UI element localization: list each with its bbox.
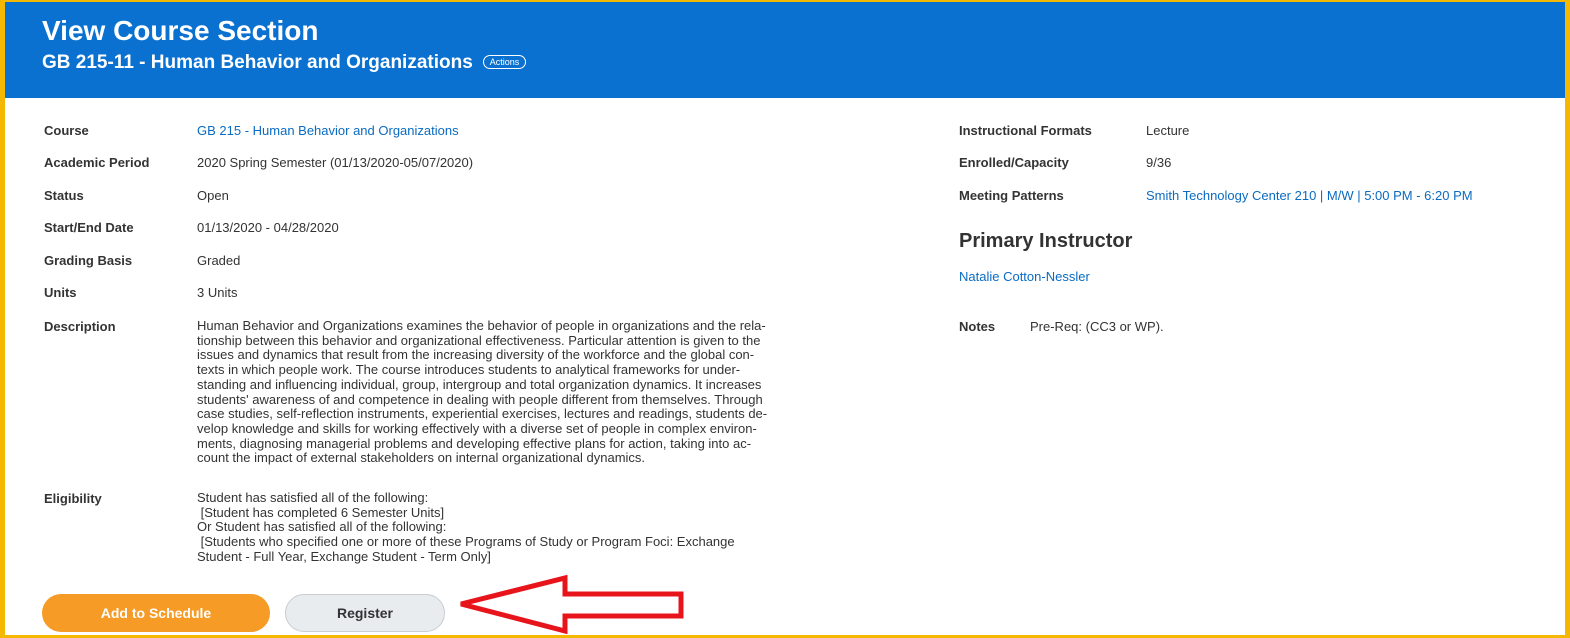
eligibility-line: Student has satisfied all of the followi… — [197, 490, 429, 505]
notes-label: Notes — [959, 319, 996, 334]
course-section-title: GB 215-11 - Human Behavior and Organizat… — [42, 52, 473, 73]
add-to-schedule-button[interactable]: Add to Schedule — [42, 594, 270, 632]
description-text: Human Behavior and Organizations examine… — [197, 318, 915, 466]
page-title: View Course Section — [42, 15, 319, 46]
eligibility-line: [Student has completed 6 Semester Units] — [197, 504, 445, 520]
description-line: ments, diagnosing managerial problems an… — [197, 435, 752, 451]
units-label: Units — [44, 285, 77, 300]
description-label: Description — [44, 319, 116, 334]
meeting-patterns-link[interactable]: Smith Technology Center 210 | M/W | 5:00… — [1146, 188, 1473, 203]
description-line: tionship between this behavior and organ… — [197, 332, 761, 348]
status-label: Status — [44, 188, 84, 203]
description-line: issues and dynamics that result from the… — [197, 347, 755, 363]
enrolled-capacity-label: Enrolled/Capacity — [959, 155, 1069, 170]
primary-instructor-heading: Primary Instructor — [959, 230, 1133, 252]
course-link[interactable]: GB 215 - Human Behavior and Organization… — [197, 123, 459, 138]
academic-period-label: Academic Period — [44, 155, 150, 170]
instructional-formats-value: Lecture — [1146, 123, 1190, 138]
description-line: standing and influencing individual, gro… — [197, 376, 762, 392]
academic-period-value: 2020 Spring Semester (01/13/2020-05/07/2… — [197, 155, 474, 170]
page-subtitle: GB 215-11 - Human Behavior and Organizat… — [42, 52, 527, 74]
notes-value: Pre-Req: (CC3 or WP). — [1030, 319, 1164, 334]
eligibility-line: [Students who specified one or more of t… — [197, 534, 735, 550]
start-end-date-value: 01/13/2020 - 04/28/2020 — [197, 220, 339, 235]
course-label: Course — [44, 123, 89, 138]
start-end-date-label: Start/End Date — [44, 220, 134, 235]
register-button[interactable]: Register — [285, 594, 445, 632]
eligibility-label: Eligibility — [44, 491, 102, 506]
enrolled-capacity-value: 9/36 — [1146, 155, 1172, 170]
eligibility-text: Student has satisfied all of the followi… — [197, 490, 917, 565]
description-line: case studies, self-reflection instrument… — [197, 406, 768, 422]
red-arrow-left-icon — [460, 574, 684, 634]
page-header: View Course Section GB 215-11 - Human Be… — [5, 2, 1565, 98]
grading-basis-value: Graded — [197, 253, 241, 268]
description-line: count the impact of external stakeholder… — [197, 450, 646, 466]
description-line: velop knowledge and skills for working e… — [197, 420, 757, 436]
grading-basis-label: Grading Basis — [44, 253, 133, 268]
description-line: Human Behavior and Organizations examine… — [197, 318, 766, 333]
instructor-link[interactable]: Natalie Cotton-Nessler — [959, 269, 1090, 284]
units-value: 3 Units — [197, 285, 238, 300]
eligibility-line: Student - Full Year, Exchange Student - … — [197, 548, 491, 564]
description-line: students' awareness of and competence in… — [197, 391, 763, 407]
status-value: Open — [197, 188, 229, 203]
eligibility-line: Or Student has satisfied all of the foll… — [197, 519, 447, 535]
instructional-formats-label: Instructional Formats — [959, 123, 1092, 138]
meeting-patterns-label: Meeting Patterns — [959, 188, 1064, 203]
actions-button[interactable]: Actions — [482, 55, 527, 69]
description-line: texts in which people work. The course i… — [197, 362, 741, 378]
